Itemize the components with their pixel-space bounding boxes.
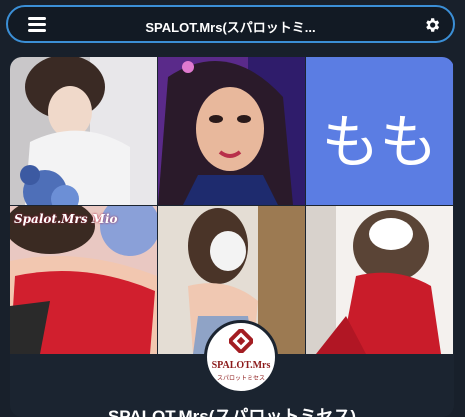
photo-watermark: Spalot.Mrs Mio xyxy=(14,212,118,226)
top-navigation-bar: SPALOT.Mrs(スパロットミ... xyxy=(6,5,455,43)
hamburger-menu-icon[interactable] xyxy=(28,17,46,32)
gear-icon[interactable] xyxy=(423,16,441,34)
photo-gallery: もも Spalot.Mrs Mio xyxy=(10,57,454,354)
avatar[interactable]: SPALOT.Mrs スパロットミセス xyxy=(204,320,278,394)
profile-card: もも Spalot.Mrs Mio SPALOT.Mrs スパロットミセス SP… xyxy=(10,57,454,417)
brand-logo-icon xyxy=(229,329,253,353)
gallery-photo-6[interactable] xyxy=(306,206,453,354)
gallery-photo-2[interactable] xyxy=(158,57,305,205)
gallery-photo-3[interactable]: もも xyxy=(306,57,453,205)
gallery-photo-4[interactable]: Spalot.Mrs Mio xyxy=(10,206,157,354)
brand-subtitle: スパロットミセス xyxy=(216,376,265,382)
brand-name: SPALOT.Mrs xyxy=(211,360,271,371)
tile-caption: もも xyxy=(321,108,438,176)
page-title: SPALOT.Mrs(スパロットミ... xyxy=(145,20,316,35)
gallery-photo-1[interactable] xyxy=(10,57,157,205)
